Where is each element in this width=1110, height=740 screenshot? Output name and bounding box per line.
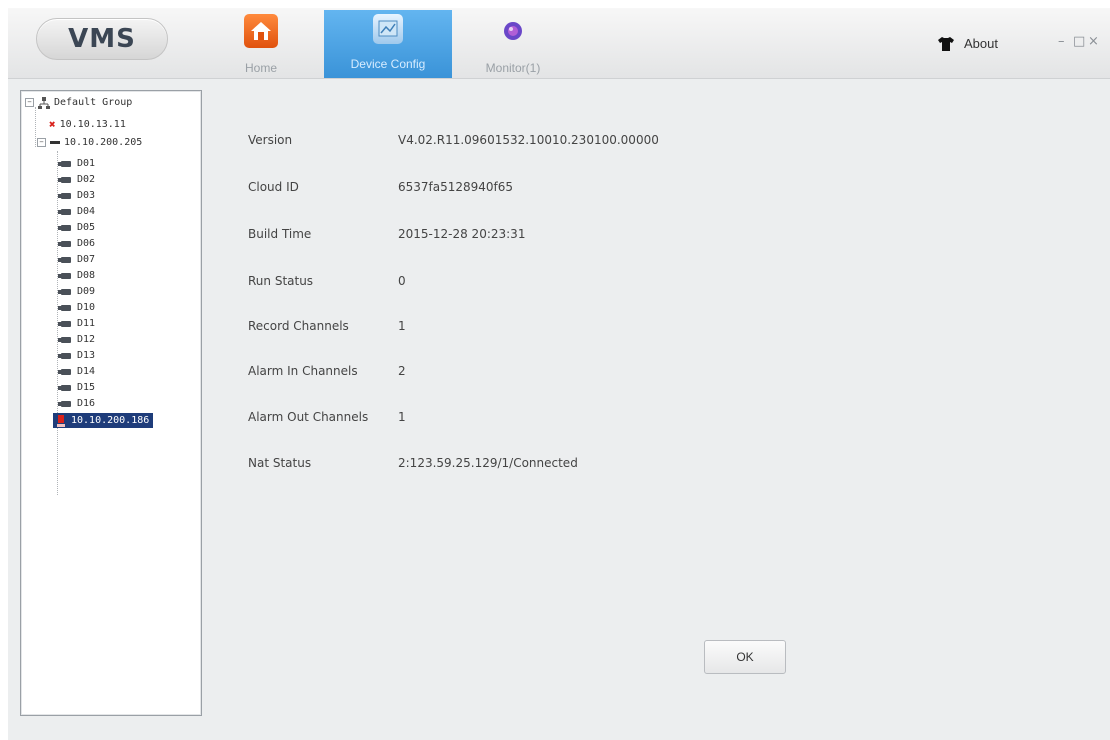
camera-icon	[58, 352, 71, 359]
channel-label: D15	[77, 382, 96, 393]
cloud-id-value: 6537fa5128940f65	[398, 180, 514, 194]
run-status-value: 0	[398, 274, 406, 288]
ok-button[interactable]: OK	[704, 640, 786, 674]
group-icon	[38, 96, 50, 109]
tab-device-config-label: Device Config	[350, 57, 426, 71]
alarm-in-channels-label: Alarm In Channels	[248, 364, 358, 378]
tree-channel[interactable]: D07	[58, 253, 96, 266]
tab-home[interactable]: Home	[226, 10, 296, 78]
offline-x-icon: ✖	[49, 118, 56, 131]
camera-icon	[58, 208, 71, 215]
collapse-icon[interactable]: −	[37, 138, 46, 147]
version-value: V4.02.R11.09601532.10010.230100.00000	[398, 133, 659, 147]
about-button[interactable]: About	[938, 36, 998, 51]
device-tree[interactable]: − Default Group ✖ 10.10.13.11 − 10.10.20…	[20, 90, 202, 716]
version-label: Version	[248, 133, 293, 147]
tab-monitor-label: Monitor(1)	[485, 61, 541, 75]
channel-label: D08	[77, 270, 96, 281]
camera-icon	[58, 304, 71, 311]
camera-icon	[58, 192, 71, 199]
run-status-label: Run Status	[248, 274, 314, 288]
tab-device-config[interactable]: Device Config	[324, 10, 452, 78]
tree-channel[interactable]: D10	[58, 301, 96, 314]
tree-device-label: 10.10.200.205	[64, 137, 143, 148]
nat-status-label: Nat Status	[248, 456, 312, 470]
device-config-icon	[373, 14, 403, 44]
tab-home-label: Home	[244, 61, 277, 75]
camera-icon	[58, 368, 71, 375]
shirt-icon	[938, 36, 954, 51]
top-bar: VMS Home Device Config Monitor(1) About …	[8, 8, 1110, 79]
tree-device-online[interactable]: − 10.10.200.205	[37, 136, 142, 149]
tree-channel[interactable]: D09	[58, 285, 96, 298]
alarm-out-channels-label: Alarm Out Channels	[248, 410, 369, 424]
channel-label: D04	[77, 206, 96, 217]
tree-channel[interactable]: D13	[58, 349, 96, 362]
channel-label: D06	[77, 238, 96, 249]
build-time-label: Build Time	[248, 227, 312, 241]
nat-status-value: 2:123.59.25.129/1/Connected	[398, 456, 578, 470]
tab-monitor[interactable]: Monitor(1)	[460, 10, 566, 78]
camera-icon	[58, 320, 71, 327]
tree-channel[interactable]: D16	[58, 397, 96, 410]
camera-icon	[58, 384, 71, 391]
monitor-icon	[496, 14, 530, 48]
camera-icon	[58, 160, 71, 167]
tree-channel[interactable]: D04	[58, 205, 96, 218]
camera-icon	[58, 256, 71, 263]
camera-icon	[58, 336, 71, 343]
tree-channel[interactable]: D01	[58, 157, 96, 170]
channel-label: D16	[77, 398, 96, 409]
about-label: About	[964, 36, 998, 51]
maximize-button[interactable]: □	[1073, 34, 1085, 49]
tree-device-label: 10.10.13.11	[59, 119, 126, 130]
channel-label: D13	[77, 350, 96, 361]
home-icon	[244, 14, 278, 48]
channel-label: D01	[77, 158, 96, 169]
camera-icon	[58, 288, 71, 295]
camera-icon	[58, 224, 71, 231]
camera-icon	[58, 400, 71, 407]
alarm-in-channels-value: 2	[398, 364, 406, 378]
tree-channel[interactable]: D06	[58, 237, 96, 250]
camera-icon	[58, 240, 71, 247]
channel-label: D14	[77, 366, 96, 377]
channel-label: D05	[77, 222, 96, 233]
channel-label: D12	[77, 334, 96, 345]
cloud-id-label: Cloud ID	[248, 180, 299, 194]
tree-device-selected[interactable]: 10.10.200.186	[53, 413, 154, 428]
camera-icon	[58, 272, 71, 279]
vms-logo: VMS	[36, 18, 168, 60]
tree-root[interactable]: − Default Group	[25, 96, 132, 109]
tree-channel[interactable]: D14	[58, 365, 96, 378]
channel-label: D07	[77, 254, 96, 265]
channel-label: D03	[77, 190, 96, 201]
tree-channel[interactable]: D12	[58, 333, 96, 346]
tree-channel[interactable]: D03	[58, 189, 96, 202]
record-channels-label: Record Channels	[248, 319, 349, 333]
minimize-button[interactable]: –	[1058, 34, 1065, 49]
tree-channel[interactable]: D11	[58, 317, 96, 330]
build-time-value: 2015-12-28 20:23:31	[398, 227, 526, 241]
tree-channel[interactable]: D05	[58, 221, 96, 234]
tree-device-offline[interactable]: ✖ 10.10.13.11	[49, 118, 126, 131]
channel-label: D10	[77, 302, 96, 313]
record-channels-value: 1	[398, 319, 406, 333]
device-error-icon	[57, 414, 65, 427]
channel-label: D02	[77, 174, 96, 185]
tree-channel[interactable]: D02	[58, 173, 96, 186]
tree-channel[interactable]: D08	[58, 269, 96, 282]
device-online-icon	[50, 141, 60, 144]
alarm-out-channels-value: 1	[398, 410, 406, 424]
collapse-icon[interactable]: −	[25, 98, 34, 107]
close-button[interactable]: ×	[1088, 34, 1099, 49]
tree-channel[interactable]: D15	[58, 381, 96, 394]
channel-label: D09	[77, 286, 96, 297]
tree-root-label: Default Group	[54, 97, 133, 108]
camera-icon	[58, 176, 71, 183]
tree-device-label: 10.10.200.186	[71, 415, 150, 426]
app-window: VMS Home Device Config Monitor(1) About …	[8, 8, 1110, 740]
channel-label: D11	[77, 318, 96, 329]
